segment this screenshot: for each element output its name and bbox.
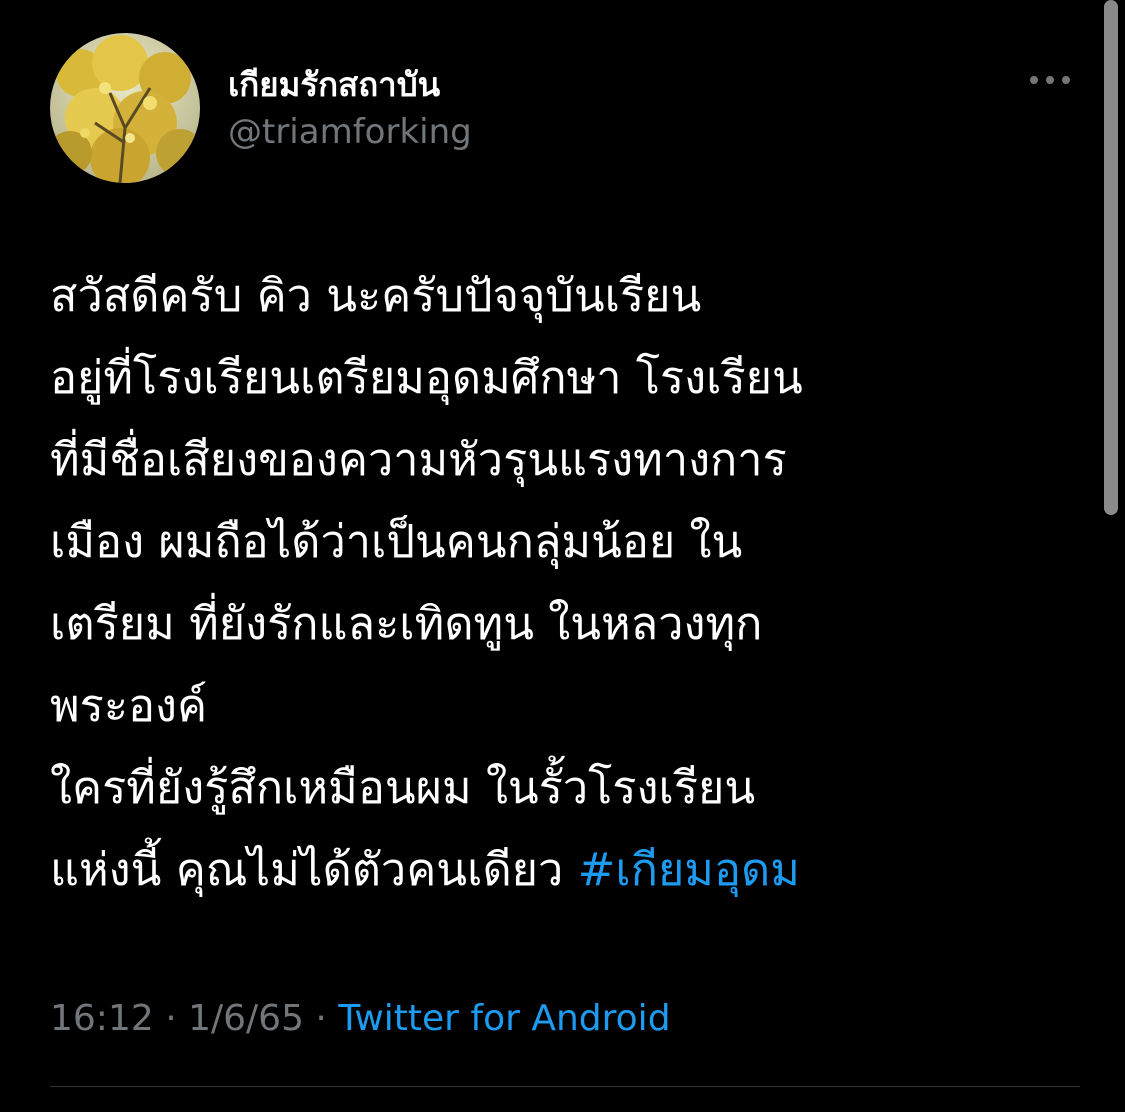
tweet-line: สวัสดีครับ คิว นะครับปัจจุบันเรียน [50, 269, 702, 322]
tweet-text: สวัสดีครับ คิว นะครับปัจจุบันเรียน อยู่ท… [50, 255, 1060, 911]
yellow-tree-avatar-icon [50, 33, 200, 183]
tweet-source-link[interactable]: Twitter for Android [338, 998, 670, 1039]
tweet-date[interactable]: 1/6/65 [188, 998, 304, 1039]
tweet-line: อยู่ที่โรงเรียนเตรียมอุดมศึกษา โรงเรียน [50, 351, 803, 404]
scrollbar[interactable] [1104, 0, 1118, 515]
tweet-line-last: แห่งนี้ คุณไม่ได้ตัวคนเดียว #เกียมอุดม [50, 829, 1060, 911]
avatar[interactable] [50, 33, 200, 183]
more-dots-icon [1030, 76, 1070, 84]
divider [50, 1086, 1080, 1087]
tweet-line: เตรียม ที่ยังรักและเทิดทูน ในหลวงทุก [50, 597, 763, 650]
tweet-time[interactable]: 16:12 [50, 998, 154, 1039]
more-options-button[interactable] [1020, 60, 1080, 100]
meta-separator: · [153, 998, 189, 1039]
tweet-card: เกียมรักสถาบัน @triamforking สวัสดีครับ … [0, 0, 1125, 1112]
display-name[interactable]: เกียมรักสถาบัน [228, 58, 440, 111]
tweet-line: พระองค์ [50, 679, 208, 732]
user-handle[interactable]: @triamforking [228, 112, 472, 152]
tweet-line-last-text: แห่งนี้ คุณไม่ได้ตัวคนเดียว [50, 843, 578, 896]
tweet-line: ที่มีชื่อเสียงของความหัวรุนแรงทางการ [50, 433, 787, 486]
meta-separator: · [303, 998, 339, 1039]
tweet-metadata: 16:12 · 1/6/65 · Twitter for Android [50, 998, 671, 1039]
tweet-line: ใครที่ยังรู้สึกเหมือนผม ในรั้วโรงเรียน [50, 761, 756, 814]
hashtag-link[interactable]: #เกียมอุดม [578, 843, 800, 896]
tweet-line: เมือง ผมถือได้ว่าเป็นคนกลุ่มน้อย ใน [50, 515, 743, 568]
